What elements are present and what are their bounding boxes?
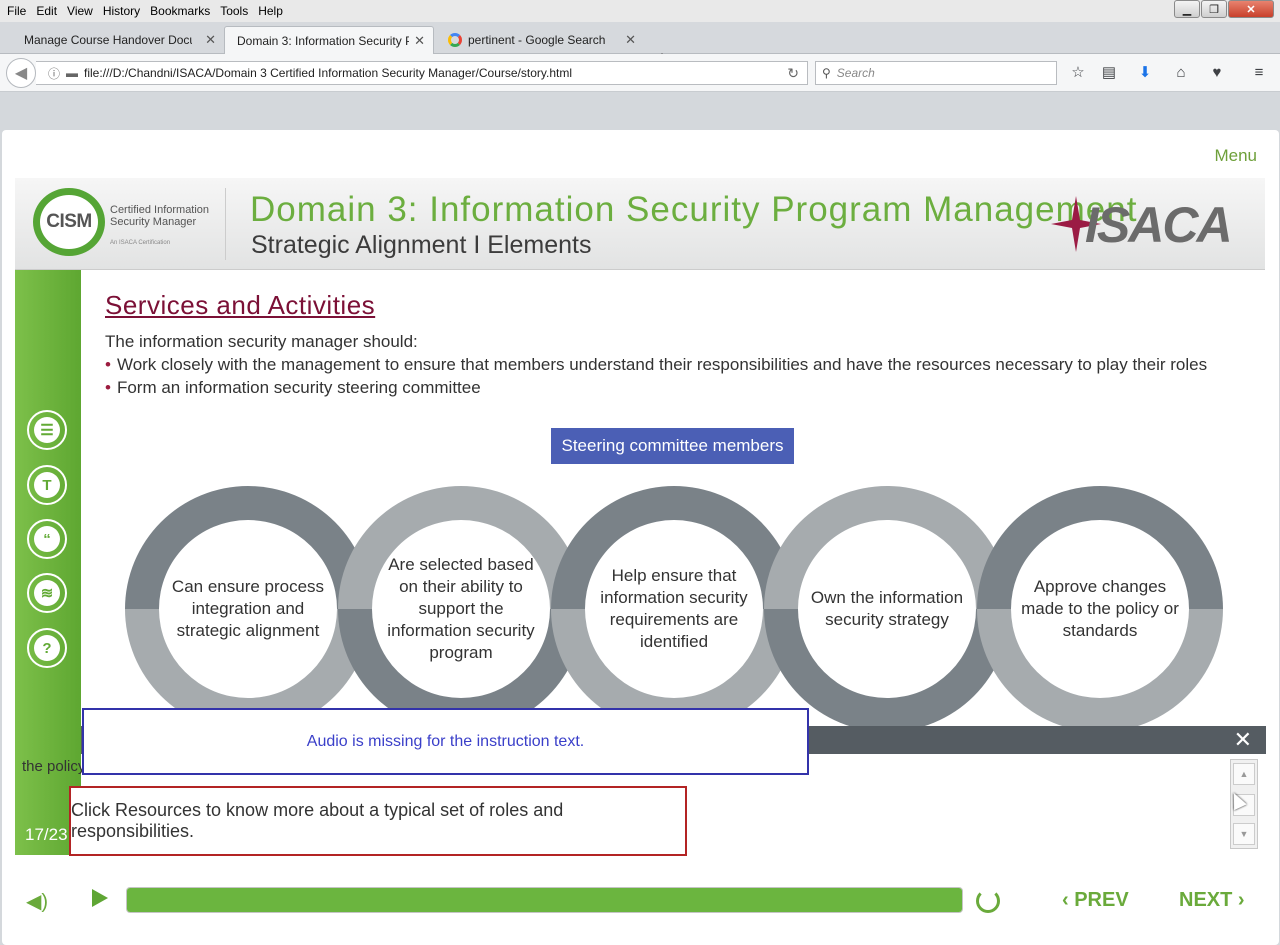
scroll-up-button[interactable]: ▲ — [1233, 763, 1255, 785]
back-arrow-icon: ◀ — [14, 65, 28, 82]
menu-bar: File Edit View History Bookmarks Tools H… — [0, 0, 1280, 22]
progress-fill — [127, 888, 962, 912]
menu-tools[interactable]: Tools — [215, 4, 253, 18]
tab-title: Domain 3: Information Security P — [237, 33, 409, 48]
bullet-item: • Work closely with the management to ens… — [105, 355, 1208, 374]
info-icon[interactable]: ⓘ — [48, 65, 60, 82]
isaca-logo: ISACA — [1085, 197, 1233, 253]
google-icon — [448, 33, 462, 47]
menu-file[interactable]: File — [2, 4, 31, 18]
volume-icon[interactable]: ◀) — [26, 889, 48, 914]
scroll-down-button[interactable]: ▼ — [1233, 823, 1255, 845]
course-menu-button[interactable]: Menu — [1214, 146, 1257, 166]
url-bar[interactable]: ⓘ ▬ file:///D:/Chandni/ISACA/Domain 3 Ce… — [36, 61, 808, 85]
ring-item: Are selected based on their ability to s… — [338, 486, 584, 732]
menu-view[interactable]: View — [62, 4, 98, 18]
progress-bar[interactable] — [126, 887, 963, 913]
notes-icon[interactable]: ☰ — [27, 410, 67, 450]
steering-committee-label: Steering committee members — [551, 428, 794, 464]
menu-bookmarks[interactable]: Bookmarks — [145, 4, 215, 18]
ring-item: Can ensure process integration and strat… — [125, 486, 371, 732]
search-input[interactable]: ⚲ Search — [815, 61, 1057, 85]
minimize-button[interactable]: ▁ — [1174, 0, 1200, 18]
tab-course-handover[interactable]: Manage Course Handover Docum ✕ — [12, 26, 224, 54]
tab-google-search[interactable]: pertinent - Google Search ✕ — [436, 26, 644, 54]
ring-item: Approve changes made to the policy or st… — [977, 486, 1223, 732]
close-icon[interactable]: ✕ — [1234, 727, 1252, 753]
domain-title: Domain 3: Information Security Program M… — [250, 190, 1138, 229]
section-title: Services and Activities — [105, 290, 376, 320]
menu-edit[interactable]: Edit — [31, 4, 62, 18]
course-banner: CISM Certified Information Security Mana… — [15, 178, 1265, 270]
window-close-button[interactable]: ✕ — [1228, 0, 1274, 18]
banner-divider — [225, 188, 226, 260]
play-icon[interactable] — [92, 889, 108, 907]
domain-subtitle: Strategic Alignment I Elements — [251, 231, 592, 259]
tab-title: pertinent - Google Search — [468, 33, 606, 47]
audio-warning-box: Audio is missing for the instruction tex… — [82, 708, 809, 775]
home-icon[interactable]: ⌂ — [1171, 63, 1191, 83]
quote-icon[interactable]: “ — [27, 519, 67, 559]
bullet-item: • Form an information security steering c… — [105, 378, 481, 397]
menu-history[interactable]: History — [98, 4, 145, 18]
navigation-bar: ◀ ⓘ ▬ file:///D:/Chandni/ISACA/Domain 3 … — [0, 54, 1280, 92]
hamburger-menu-icon[interactable]: ≡ — [1249, 63, 1269, 83]
pocket-icon[interactable]: ♥ — [1207, 63, 1227, 83]
next-button[interactable]: NEXT › — [1179, 889, 1245, 912]
tab-domain3[interactable]: Domain 3: Information Security P ✕ — [224, 26, 434, 54]
page-counter: 17/23 — [25, 825, 68, 844]
reload-icon[interactable]: ↻ — [787, 65, 799, 82]
replay-icon[interactable] — [976, 889, 1000, 913]
glossary-icon[interactable]: T — [27, 465, 67, 505]
cism-logo-subtitle: An ISACA Certification — [110, 240, 171, 246]
instruction-box: Click Resources to know more about a typ… — [69, 786, 687, 856]
tab-strip: Manage Course Handover Docum ✕ Domain 3:… — [0, 22, 1280, 68]
tab-close-icon[interactable]: ✕ — [205, 32, 216, 48]
window-controls: ▁ ❐ ✕ — [1174, 0, 1274, 18]
help-icon[interactable]: ? — [27, 628, 67, 668]
prev-button[interactable]: ‹ PREV — [1062, 889, 1129, 912]
resources-icon[interactable]: ≋ — [27, 573, 67, 613]
bookmark-star-icon[interactable]: ☆ — [1068, 63, 1088, 83]
tab-title: Manage Course Handover Docum — [24, 33, 192, 47]
cism-logo-text: Certified Information Security Manager — [110, 204, 210, 228]
search-icon: ⚲ — [822, 66, 831, 80]
intro-text: The information security manager should: — [105, 332, 418, 351]
reading-list-icon[interactable]: ▤ — [1099, 63, 1119, 83]
course-player: Menu CISM Certified Information Security… — [2, 130, 1279, 945]
cism-logo: CISM — [33, 188, 105, 256]
player-controls: ◀) ‹ PREV NEXT › — [2, 875, 1279, 935]
menu-help[interactable]: Help — [253, 4, 288, 18]
restore-button[interactable]: ❐ — [1201, 0, 1227, 18]
page-icon: ▬ — [66, 66, 79, 80]
download-icon[interactable]: ⬇ — [1135, 63, 1155, 83]
tab-close-icon[interactable]: ✕ — [414, 33, 425, 49]
ring-item: Help ensure that information security re… — [551, 486, 797, 732]
back-button[interactable]: ◀ — [6, 58, 36, 88]
ring-item: Own the information security strategy — [764, 486, 1010, 732]
url-text: file:///D:/Chandni/ISACA/Domain 3 Certif… — [84, 66, 572, 80]
tab-close-icon[interactable]: ✕ — [625, 32, 636, 48]
search-placeholder: Search — [836, 66, 875, 80]
